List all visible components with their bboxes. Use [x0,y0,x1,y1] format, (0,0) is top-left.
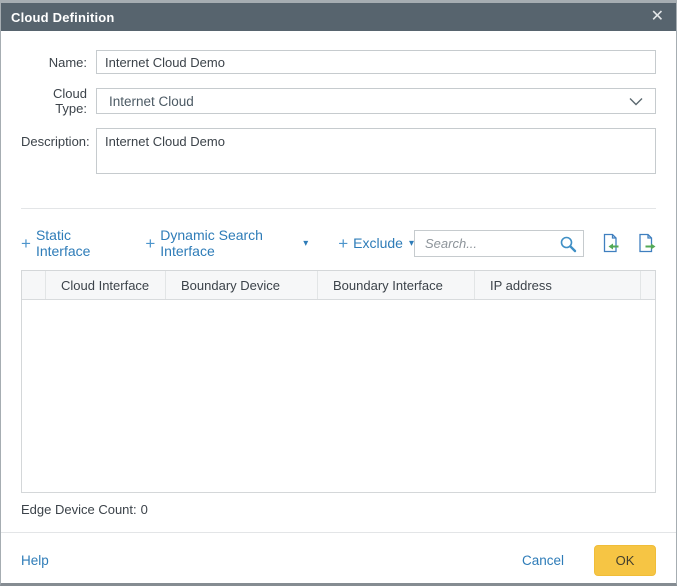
export-file-icon[interactable] [636,233,656,253]
ok-button[interactable]: OK [594,545,656,576]
dialog-title: Cloud Definition [11,10,115,25]
add-dynamic-search-interface-button[interactable]: + Dynamic Search Interface ▾ [145,227,308,259]
description-textarea[interactable]: Internet Cloud Demo [96,128,656,174]
interface-toolbar: + Static Interface + Dynamic Search Inte… [21,229,656,257]
table-header-boundary-device[interactable]: Boundary Device [165,271,317,299]
import-file-icon[interactable] [600,233,620,253]
add-static-interface-button[interactable]: + Static Interface [21,227,115,259]
description-row: Description: Internet Cloud Demo [21,128,656,174]
name-row: Name: [21,50,656,74]
static-interface-label: Static Interface [36,227,115,259]
cloud-type-label: Cloud Type: [21,86,87,116]
form-divider [21,208,656,209]
description-label: Description: [21,128,87,174]
add-exclude-button[interactable]: + Exclude ▾ [338,235,414,252]
exclude-label: Exclude [353,235,403,251]
plus-icon: + [145,235,155,252]
dialog-titlebar: Cloud Definition ✕ [1,3,676,31]
name-label: Name: [21,55,87,70]
table-header-row: Cloud Interface Boundary Device Boundary… [22,271,655,300]
close-icon[interactable]: ✕ [651,9,664,25]
interfaces-table: Cloud Interface Boundary Device Boundary… [21,270,656,493]
cloud-type-select[interactable]: Internet Cloud [96,88,656,114]
cloud-definition-dialog: Cloud Definition ✕ Name: Cloud Type: Int… [0,0,677,586]
dynamic-search-interface-label: Dynamic Search Interface [160,227,297,259]
search-icon[interactable] [559,235,577,258]
form-area: Name: Cloud Type: Internet Cloud Descrip… [1,31,676,186]
cancel-button[interactable]: Cancel [522,553,564,568]
cloud-type-row: Cloud Type: Internet Cloud [21,86,656,116]
edge-device-count-value: 0 [141,502,148,517]
table-header-select [22,271,45,299]
plus-icon: + [21,235,31,252]
table-header-cloud-interface[interactable]: Cloud Interface [45,271,165,299]
cloud-type-value: Internet Cloud [109,94,194,109]
edge-device-count: Edge Device Count: 0 [21,502,656,517]
table-header-boundary-interface[interactable]: Boundary Interface [317,271,474,299]
caret-down-icon: ▾ [303,238,308,249]
plus-icon: + [338,235,348,252]
help-link[interactable]: Help [21,553,49,568]
table-body-empty [22,300,655,492]
search-box [414,230,584,257]
table-header-ip-address[interactable]: IP address [474,271,640,299]
dialog-footer: Help Cancel OK [1,533,676,576]
table-header-trailing [640,271,655,299]
name-input[interactable] [96,50,656,74]
edge-device-count-label: Edge Device Count: [21,502,137,517]
chevron-down-icon [629,97,643,106]
